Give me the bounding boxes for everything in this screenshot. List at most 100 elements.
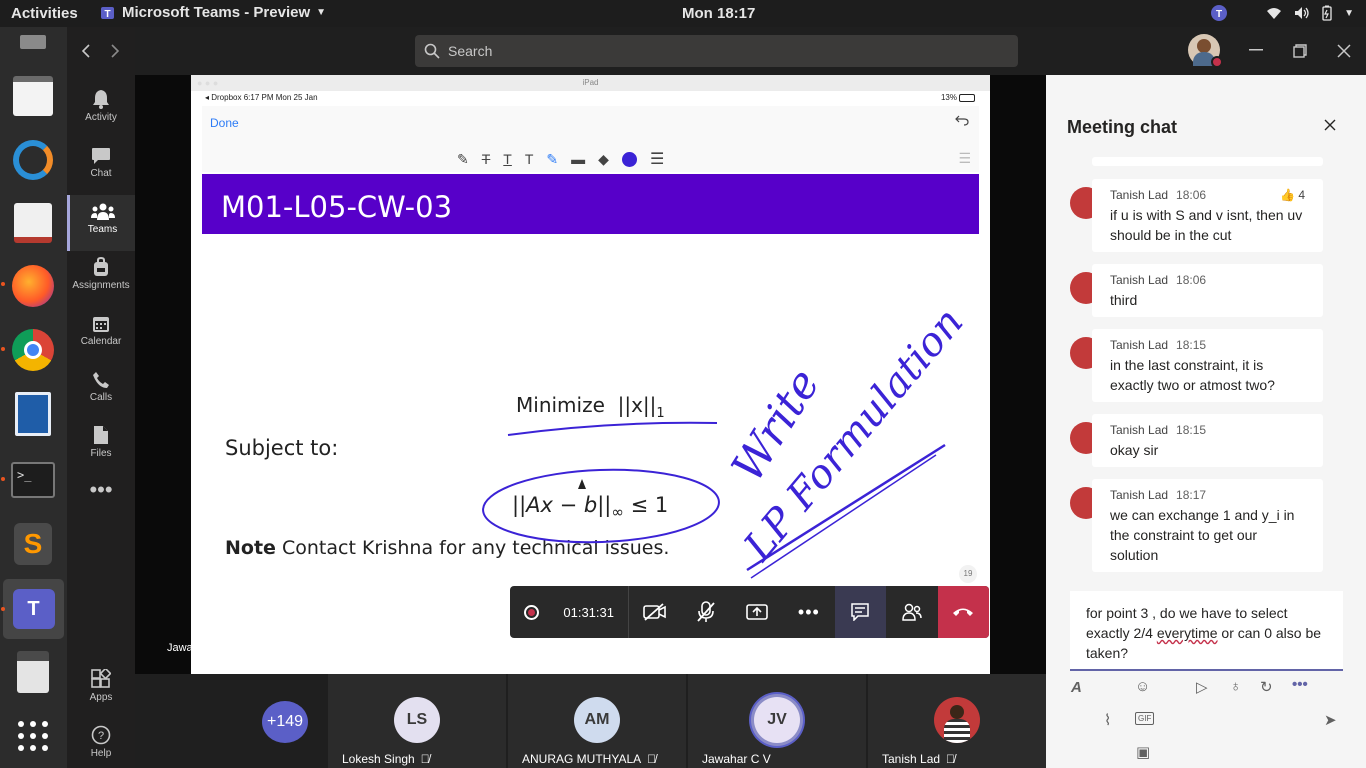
close-icon[interactable] — [1324, 119, 1336, 131]
rail-more-button[interactable]: ••• — [67, 475, 135, 515]
emoji-icon[interactable]: ☺ — [1135, 678, 1150, 695]
back-arrow-icon[interactable] — [80, 43, 92, 59]
minimize-icon[interactable] — [1249, 49, 1263, 51]
show-participants-button[interactable] — [886, 586, 937, 638]
bell-icon — [93, 90, 109, 109]
participant-tile-speaking[interactable]: JV Jawahar C V — [688, 674, 866, 768]
overflow-participants-badge[interactable]: +149 — [262, 701, 308, 743]
sticker-icon[interactable]: ▣ — [1136, 743, 1150, 761]
more-options-icon[interactable]: ••• — [1292, 676, 1308, 693]
dock-chrome-icon[interactable] — [8, 325, 58, 375]
participant-tile[interactable]: AM ANURAG MUTHYALA 🎙̸ — [508, 674, 686, 768]
dock-writer-icon[interactable] — [8, 389, 58, 439]
avatar — [934, 697, 980, 743]
message-text: we can exchange 1 and y_i in the constra… — [1110, 507, 1295, 563]
mic-off-icon — [697, 601, 715, 622]
dock-teams-icon[interactable]: T — [3, 579, 64, 639]
teams-app-icon: T — [101, 6, 114, 20]
send-icon[interactable]: ➤ — [1324, 711, 1337, 729]
message-time: 18:15 — [1176, 423, 1207, 437]
call-controls: 01:31:31 ••• — [510, 586, 989, 638]
compose-box[interactable]: for point 3 , do we have to select exact… — [1070, 591, 1343, 671]
search-placeholder: Search — [448, 43, 493, 59]
praise-icon[interactable]: ♁ — [1230, 678, 1241, 695]
presence-dot — [1211, 56, 1223, 68]
reaction-badge[interactable]: 👍 4 — [1280, 187, 1305, 203]
rail-item-files[interactable]: Files — [67, 419, 135, 475]
teams-tray-icon[interactable]: T — [1210, 4, 1228, 22]
rail-item-assignments[interactable]: Assignments — [67, 251, 135, 307]
format-icon[interactable]: A — [1071, 679, 1082, 696]
message-list[interactable]: Tanish Lad 18:06 👍 4 if u is with S and v … — [1046, 157, 1366, 577]
dock-terminal-icon[interactable]: >_ — [8, 455, 58, 505]
participant-strip: +149 LS Lokesh Singh 🎙̸ AM ANURAG MUTHYAL… — [135, 674, 1046, 768]
participant-tile[interactable]: Tanish Lad 🎙̸ — [868, 674, 1046, 768]
hang-up-button[interactable] — [937, 586, 989, 638]
close-icon[interactable] — [1337, 44, 1351, 58]
message-text: okay sir — [1110, 442, 1159, 458]
loop-icon[interactable]: ↻ — [1260, 678, 1273, 696]
svg-text:T: T — [1216, 9, 1222, 20]
clock[interactable]: Mon 18:17 — [682, 5, 755, 22]
dock-calculator-icon[interactable] — [8, 647, 58, 697]
mouse-cursor-icon — [578, 479, 586, 489]
teams-left-rail: Activity Chat Teams Assignments Calendar… — [67, 27, 135, 768]
rail-item-calendar[interactable]: Calendar — [67, 307, 135, 363]
previous-message-stub — [1092, 157, 1323, 166]
avatar: AM — [574, 697, 620, 743]
more-actions-button[interactable]: ••• — [783, 586, 834, 638]
app-menu[interactable]: T Microsoft Teams - Preview ▼ — [100, 4, 326, 21]
share-screen-button[interactable] — [732, 586, 783, 638]
chat-message[interactable]: Tanish Lad 18:17 we can exchange 1 and y_… — [1092, 479, 1323, 572]
message-time: 18:15 — [1176, 338, 1207, 352]
activities-button[interactable]: Activities — [11, 5, 78, 22]
teams-icon — [90, 203, 115, 220]
chat-message[interactable]: Tanish Lad 18:15 okay sir — [1092, 414, 1323, 467]
rail-item-apps[interactable]: Apps — [67, 663, 135, 719]
chat-message[interactable]: Tanish Lad 18:06 👍 4 if u is with S and v … — [1092, 179, 1323, 252]
rail-label: Teams — [87, 224, 118, 235]
dock-update-manager-icon[interactable] — [8, 135, 58, 185]
meet-now-icon[interactable]: ▷ — [1196, 678, 1208, 696]
user-avatar[interactable] — [1188, 34, 1223, 68]
app-menu-title: Microsoft Teams - Preview — [122, 4, 311, 21]
chat-icon — [92, 148, 110, 164]
file-icon — [94, 426, 108, 444]
battery-icon — [1322, 5, 1332, 21]
rail-item-teams[interactable]: Teams — [67, 195, 135, 251]
record-icon — [524, 604, 540, 620]
attach-icon[interactable]: ⌇ — [1104, 711, 1111, 729]
dock-text-editor-icon[interactable] — [8, 71, 58, 121]
rail-item-calls[interactable]: Calls — [67, 363, 135, 419]
dock-sublime-icon[interactable]: S — [8, 519, 58, 569]
grid-icon — [18, 721, 48, 751]
rail-item-chat[interactable]: Chat — [67, 139, 135, 195]
backpack-icon — [94, 257, 108, 276]
wifi-icon — [1267, 8, 1282, 19]
meeting-stage: ● ● ● iPad ◂ Dropbox 6:17 PM Mon 25 Jan … — [135, 75, 1046, 674]
rail-label: Files — [90, 448, 112, 459]
mic-off-icon: 🎙̸ — [420, 752, 430, 766]
search-box[interactable]: Search — [415, 35, 1018, 67]
dock-show-apps-icon[interactable] — [8, 711, 58, 761]
rail-item-help[interactable]: ? Help — [67, 719, 135, 767]
participant-tile[interactable]: LS Lokesh Singh 🎙̸ — [328, 674, 506, 768]
mic-toggle-button[interactable] — [680, 586, 731, 638]
call-timer: 01:31:31 — [563, 604, 614, 620]
apps-icon — [91, 669, 111, 688]
dock-document-viewer-icon[interactable] — [8, 198, 58, 248]
show-conversation-button[interactable] — [834, 586, 887, 638]
participant-name: Lokesh Singh — [342, 752, 415, 766]
camera-toggle-button[interactable] — [629, 586, 680, 638]
system-tray[interactable]: T ▼ — [1210, 4, 1354, 22]
dock-files-icon[interactable] — [8, 29, 58, 55]
gif-icon[interactable]: GIF — [1135, 712, 1155, 725]
dock-firefox-icon[interactable] — [8, 261, 58, 311]
search-icon — [424, 43, 440, 59]
rail-item-activity[interactable]: Activity — [67, 83, 135, 139]
forward-arrow-icon[interactable] — [109, 43, 121, 59]
chat-message[interactable]: Tanish Lad 18:15 in the last constraint, … — [1092, 329, 1323, 402]
message-text: if u is with S and v isnt, then uv shoul… — [1110, 207, 1303, 243]
restore-icon[interactable] — [1293, 44, 1307, 58]
chat-message[interactable]: Tanish Lad 18:06 third — [1092, 264, 1323, 317]
